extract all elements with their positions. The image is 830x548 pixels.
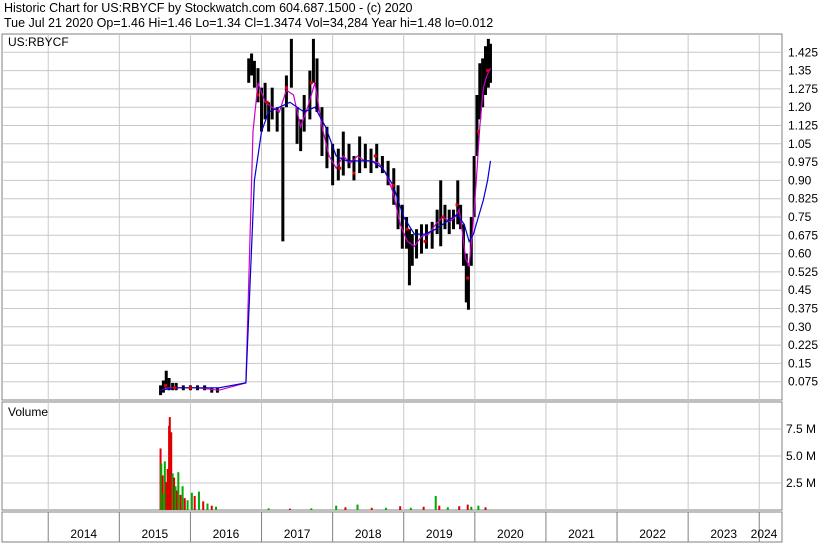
volume-bar [190,492,193,510]
volume-bar [409,507,412,510]
volume-bar [288,508,291,510]
year-label: 2015 [142,527,169,541]
volume-bar [434,495,437,510]
chart-svg: Historic Chart for US:RBYCF by Stockwatc… [1,1,818,543]
year-label: 2022 [639,527,666,541]
price-tick-label: 1.125 [788,119,818,133]
trade-mark [256,93,260,97]
trade-mark [284,86,288,90]
volume-bar [267,508,270,510]
header-line-1: Historic Chart for US:RBYCF by Stockwatc… [4,1,413,15]
volume-bar [477,505,480,510]
trade-mark [338,166,342,170]
volume-bar [177,472,180,510]
volume-bar [193,495,196,510]
trade-mark [173,386,177,390]
volume-bar [422,506,425,510]
volume-bar [215,506,218,510]
price-tick-label: 0.075 [788,375,818,389]
trade-mark [441,215,445,219]
volume-bar [399,506,402,510]
volume-bar [458,506,461,510]
price-tick-label: 0.30 [788,320,812,334]
price-tick-label: 0.75 [788,210,812,224]
trade-mark [373,154,377,158]
header-line-2: Tue Jul 21 2020 Op=1.46 Hi=1.46 Lo=1.34 … [4,16,493,30]
trade-mark [309,81,313,85]
price-tick-label: 0.975 [788,155,818,169]
price-tick-label: 0.15 [788,356,812,370]
volume-bar [356,504,359,510]
volume-bar [484,507,487,510]
price-tick-label: 1.275 [788,82,818,96]
volume-label: Volume [8,405,48,419]
volume-bar [384,507,387,510]
volume-tick-label: 2.5 M [786,476,816,490]
year-label: 2021 [568,527,595,541]
price-tick-label: 0.675 [788,228,818,242]
volume-bar [446,507,449,510]
year-label: 2020 [497,527,524,541]
volume-bar [210,505,213,510]
trade-mark [476,130,480,134]
trade-mark [455,203,459,207]
trade-mark [423,239,427,243]
volume-bar [197,491,200,510]
trade-mark [466,276,470,280]
volume-bar [335,505,338,510]
volume-bar [183,498,186,510]
price-tick-label: 1.35 [788,64,812,78]
price-tick-label: 1.425 [788,45,818,59]
trade-mark [188,386,192,390]
price-tick-label: 0.45 [788,283,812,297]
year-label: 2016 [213,527,240,541]
trade-mark [164,383,168,387]
volume-bar [370,507,373,510]
volume-bar [206,503,209,510]
stock-chart-window: Historic Chart for US:RBYCF by Stockwatc… [0,0,830,543]
year-label: 2014 [70,527,97,541]
volume-bar [438,505,441,510]
year-label: 2018 [355,527,382,541]
price-tick-label: 0.225 [788,338,818,352]
price-tick-label: 0.90 [788,173,812,187]
trade-mark [352,171,356,175]
price-tick-label: 0.375 [788,302,818,316]
volume-bar [466,504,469,510]
volume-bar [181,486,184,510]
volume-bar [202,501,205,510]
price-tick-label: 1.05 [788,137,812,151]
symbol-label: US:RBYCF [8,35,69,49]
trade-mark [391,183,395,187]
volume-bar [310,508,313,510]
price-tick-label: 0.825 [788,192,818,206]
price-tick-label: 0.525 [788,265,818,279]
year-label: 2023 [710,527,737,541]
volume-tick-label: 7.5 M [786,422,816,436]
volume-y-axis: 2.5 M 5.0 M 7.5 M [786,422,816,490]
price-gridlines [2,34,782,400]
year-label: 2024 [751,527,778,541]
trade-mark [405,227,409,231]
year-label: 2017 [284,527,311,541]
price-tick-label: 0.60 [788,247,812,261]
volume-bar [344,507,347,510]
volume-bar [179,494,182,510]
trade-mark [486,69,490,73]
trade-mark [265,100,269,104]
volume-bar [470,506,473,510]
volume-tick-label: 5.0 M [786,449,816,463]
volume-bar [186,500,189,510]
price-tick-label: 1.20 [788,100,812,114]
price-y-axis: 0.075 0.15 0.225 0.30 0.375 0.45 0.525 0.60 0.67… [788,45,818,388]
year-label: 2019 [426,527,453,541]
